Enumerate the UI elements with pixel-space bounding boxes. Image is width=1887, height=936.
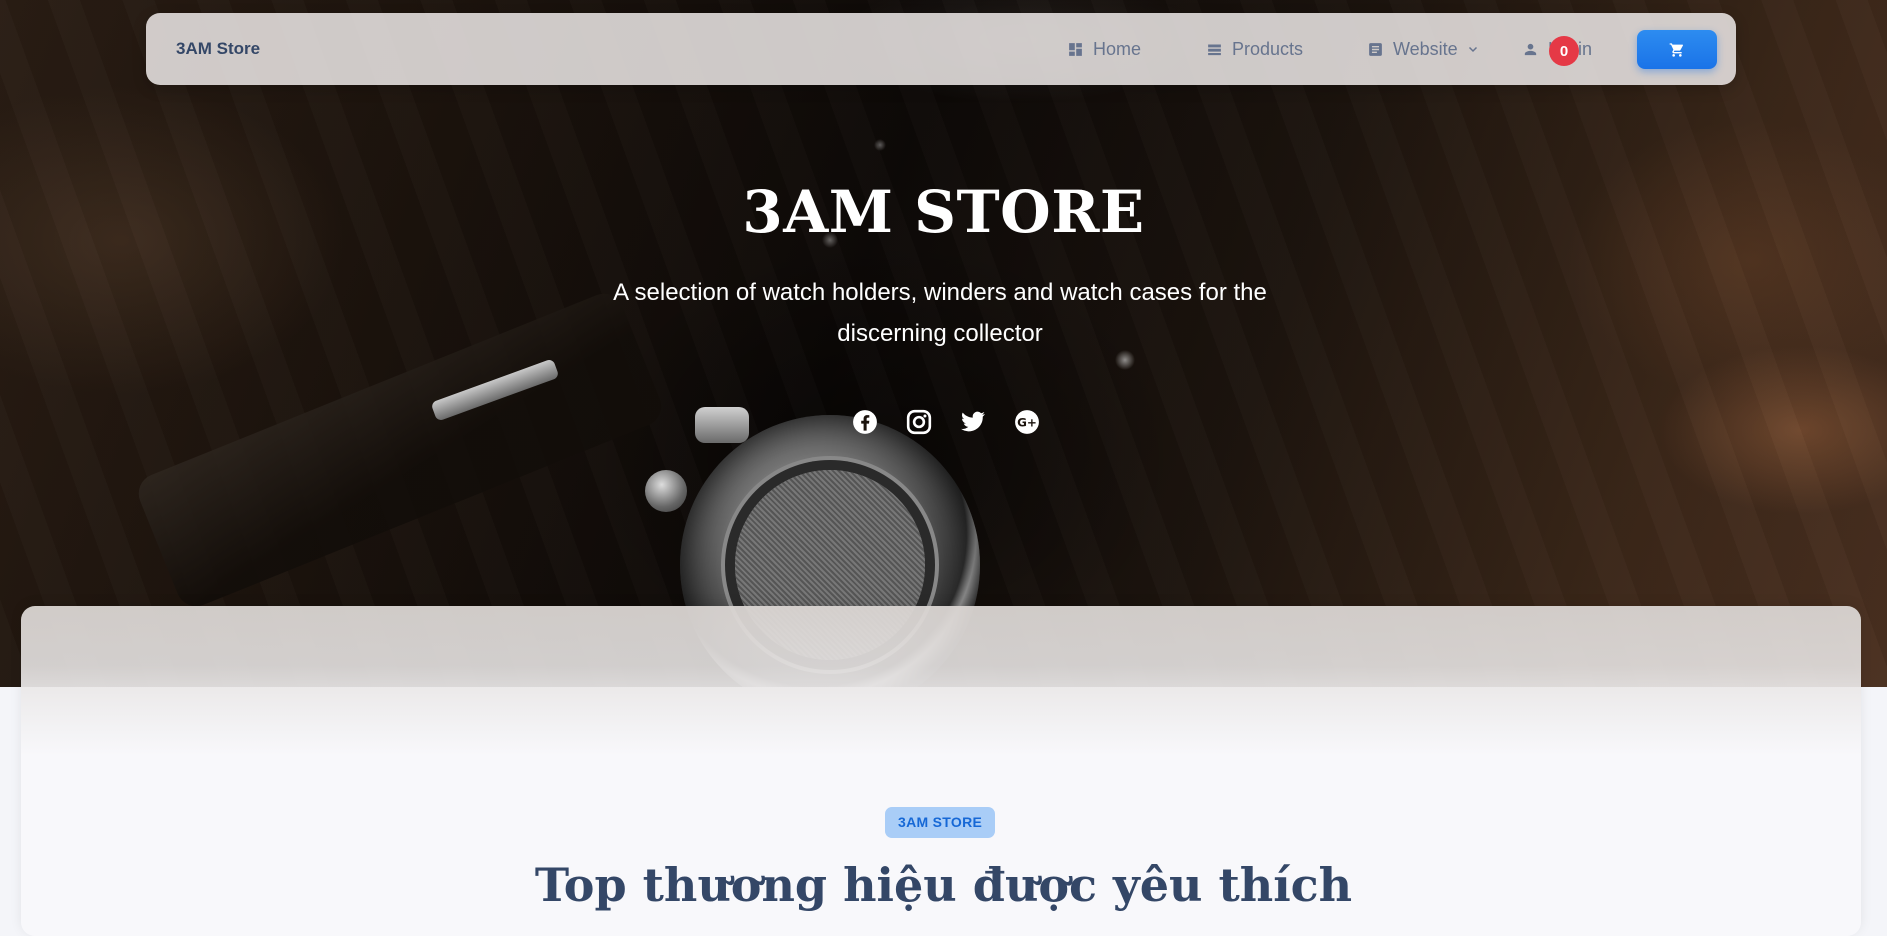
article-icon xyxy=(1369,42,1382,56)
view-list-icon xyxy=(1208,44,1221,55)
cart-button[interactable] xyxy=(1637,30,1717,69)
section-badge: 3AM STORE xyxy=(885,807,996,838)
brand-logo-text[interactable]: 3AM Store xyxy=(176,13,260,85)
nav-products-label: Products xyxy=(1232,38,1304,59)
nav-home[interactable]: Home xyxy=(1067,13,1141,85)
nav-website-dropdown[interactable]: Website xyxy=(1367,13,1479,85)
facebook-icon[interactable] xyxy=(851,408,879,436)
dashboard-icon xyxy=(1069,42,1082,56)
chevron-down-icon xyxy=(1468,46,1477,53)
shopping-cart-icon xyxy=(1669,42,1683,57)
google-plus-icon[interactable]: G+ xyxy=(1013,408,1041,436)
section-title: Top thương hiệu được yêu thích xyxy=(534,858,1353,912)
hero-subtitle: A selection of watch holders, winders an… xyxy=(613,279,1267,347)
top-navbar: 3AM Store Home Products Website Login xyxy=(146,13,1736,85)
twitter-icon[interactable] xyxy=(959,408,987,436)
person-icon xyxy=(1524,43,1537,55)
social-links: G+ xyxy=(0,408,1887,436)
nav-products[interactable]: Products xyxy=(1206,13,1303,85)
nav-home-label: Home xyxy=(1093,38,1142,59)
svg-text:G+: G+ xyxy=(1017,416,1037,430)
hero-title: 3AM STORE xyxy=(742,178,1145,246)
cart-count-badge: 0 xyxy=(1549,36,1579,66)
nav-website-label: Website xyxy=(1393,38,1458,59)
instagram-icon[interactable] xyxy=(905,408,933,436)
